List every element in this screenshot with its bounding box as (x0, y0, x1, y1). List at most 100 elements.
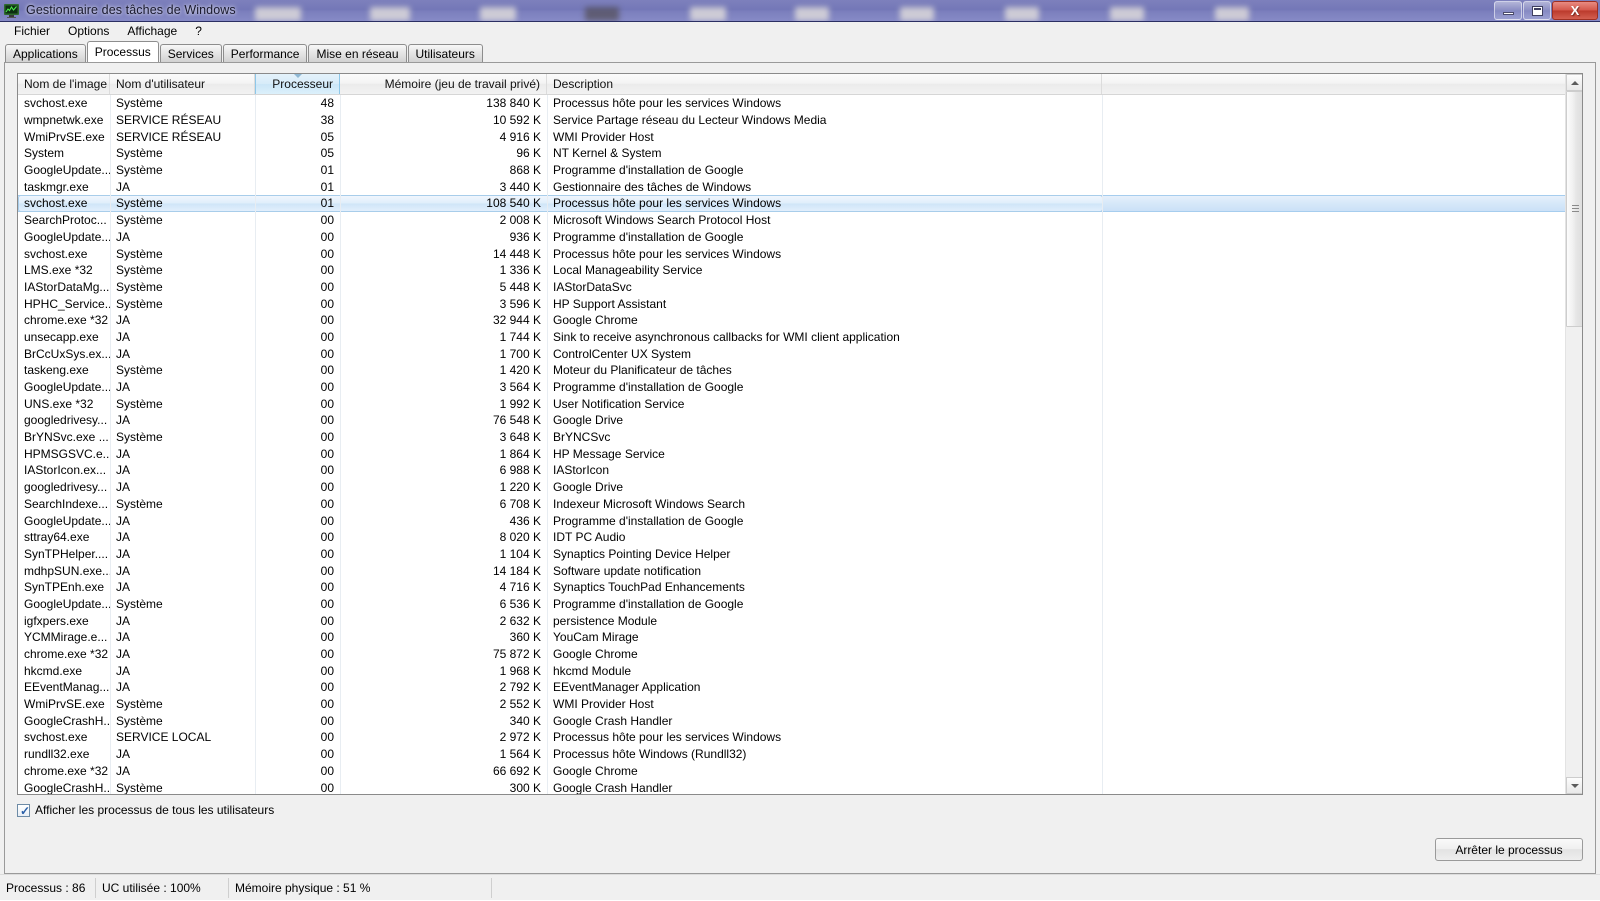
table-row[interactable]: taskeng.exe Système 00 1 420 K Moteur du Pla… (18, 362, 1582, 379)
table-row[interactable]: taskmgr.exe JA 01 3 440 K Gestionnaire des t… (18, 178, 1582, 195)
cell-memory: 4 916 K (499, 129, 541, 144)
cell-description: Google Crash Handler (553, 780, 673, 794)
table-row[interactable]: chrome.exe *32 JA 00 75 872 K Google Chrome (18, 646, 1582, 663)
cell-image-name: UNS.exe *32 (24, 396, 94, 411)
cell-description: hkcmd Module (553, 663, 632, 678)
cell-memory: 2 552 K (499, 697, 541, 712)
cell-image-name: rundll32.exe (24, 747, 90, 762)
tab-performance[interactable]: Performance (222, 44, 308, 62)
column-header-description[interactable]: Description (547, 74, 1102, 94)
table-row[interactable]: svchost.exe Système 01 108 540 K Processus h… (18, 194, 1582, 212)
cell-description: Processus hôte pour les services Windows (553, 196, 782, 211)
vertical-scrollbar[interactable] (1565, 74, 1582, 794)
processes-tab-page: Nom de l'image Nom d'utilisateur Process… (4, 62, 1596, 874)
scrollbar-grip-icon (1572, 205, 1579, 213)
column-header-filler (1102, 74, 1582, 94)
table-row[interactable]: IAStorDataMg... Système 00 5 448 K IAStorDat… (18, 279, 1582, 296)
cell-user-name: JA (116, 179, 131, 194)
cell-cpu: 38 (320, 113, 334, 128)
minimize-button[interactable] (1494, 1, 1522, 20)
table-row[interactable]: HPMSGSVC.e... JA 00 1 864 K HP Message Servi… (18, 445, 1582, 462)
table-row[interactable]: HPHC_Service... Système 00 3 596 K HP Suppor… (18, 295, 1582, 312)
scroll-down-button[interactable] (1566, 777, 1582, 794)
menu-item-options[interactable]: Options (59, 22, 118, 41)
table-row[interactable]: sttray64.exe JA 00 8 020 K IDT PC Audio (18, 529, 1582, 546)
tab-mise-en-reseau[interactable]: Mise en réseau (308, 44, 407, 62)
menu-item-affichage[interactable]: Affichage (118, 22, 186, 41)
tab-processus[interactable]: Processus (86, 41, 159, 62)
table-row[interactable]: GoogleUpdate... JA 00 436 K Programme d'inst… (18, 512, 1582, 529)
table-row[interactable]: YCMMirage.e... JA 00 360 K YouCam Mirage (18, 629, 1582, 646)
scroll-up-button[interactable] (1566, 74, 1582, 91)
cell-image-name: chrome.exe *32 (24, 313, 109, 328)
table-row[interactable]: chrome.exe *32 JA 00 32 944 K Google Chrome (18, 312, 1582, 329)
table-row[interactable]: rundll32.exe JA 00 1 564 K Processus hôte Wi… (18, 746, 1582, 763)
table-row[interactable]: SynTPEnh.exe JA 00 4 716 K Synaptics TouchPa… (18, 579, 1582, 596)
maximize-button[interactable] (1523, 1, 1551, 20)
scrollbar-thumb[interactable] (1566, 91, 1582, 327)
cell-user-name: JA (116, 229, 131, 244)
cell-memory: 3 564 K (499, 380, 541, 395)
table-row[interactable]: GoogleUpdate... JA 00 936 K Programme d'inst… (18, 229, 1582, 246)
tab-utilisateurs[interactable]: Utilisateurs (407, 44, 483, 62)
check-icon: ✓ (20, 803, 31, 818)
cell-image-name: svchost.exe (24, 730, 88, 745)
cell-image-name: WmiPrvSE.exe (24, 697, 105, 712)
cell-cpu: 00 (320, 480, 334, 495)
table-row[interactable]: IAStorIcon.ex... JA 00 6 988 K IAStorIcon (18, 462, 1582, 479)
cell-memory: 1 564 K (499, 747, 541, 762)
cell-memory: 108 540 K (486, 196, 541, 211)
table-row[interactable]: System Système 05 96 K NT Kernel & System (18, 145, 1582, 162)
table-row[interactable]: wmpnetwk.exe SERVICE RÉSEAU 38 10 592 K Serv… (18, 112, 1582, 129)
table-row[interactable]: svchost.exe Système 48 138 840 K Processus h… (18, 95, 1582, 112)
table-row[interactable]: WmiPrvSE.exe Système 00 2 552 K WMI Provider… (18, 696, 1582, 713)
table-row[interactable]: googledrivesy... JA 00 76 548 K Google Drive (18, 412, 1582, 429)
menu-item-fichier[interactable]: Fichier (5, 22, 59, 41)
table-row[interactable]: svchost.exe Système 00 14 448 K Processus hô… (18, 245, 1582, 262)
table-row[interactable]: BrYNSvc.exe ... Système 00 3 648 K BrYNCSvc (18, 429, 1582, 446)
table-row[interactable]: BrCcUxSys.ex... JA 00 1 700 K ControlCenter … (18, 345, 1582, 362)
table-row[interactable]: GoogleUpdate... Système 00 6 536 K Programme… (18, 596, 1582, 613)
table-row[interactable]: LMS.exe *32 Système 00 1 336 K Local Managea… (18, 262, 1582, 279)
table-row[interactable]: mdhpSUN.exe... JA 00 14 184 K Software updat… (18, 562, 1582, 579)
table-row[interactable]: GoogleUpdate... Système 01 868 K Programme d… (18, 162, 1582, 179)
cell-cpu: 00 (320, 496, 334, 511)
table-row[interactable]: SynTPHelper.... JA 00 1 104 K Synaptics Poin… (18, 546, 1582, 563)
end-process-button[interactable]: Arrêter le processus (1435, 838, 1583, 861)
column-header-memory[interactable]: Mémoire (jeu de travail privé) (340, 74, 547, 94)
cell-description: Google Chrome (553, 763, 638, 778)
window-titlebar[interactable]: Gestionnaire des tâches de Windows X (0, 0, 1600, 22)
checkbox-box[interactable]: ✓ (17, 803, 31, 818)
cell-user-name: Système (116, 196, 163, 211)
cell-description: HP Message Service (553, 446, 665, 461)
table-row[interactable]: SearchProtoc... Système 00 2 008 K Microsoft… (18, 212, 1582, 229)
table-row[interactable]: GoogleUpdate... JA 00 3 564 K Programme d'in… (18, 379, 1582, 396)
cell-memory: 96 K (516, 146, 541, 161)
table-row[interactable]: svchost.exe SERVICE LOCAL 00 2 972 K Process… (18, 729, 1582, 746)
cell-description: WMI Provider Host (553, 697, 654, 712)
column-header-user-name[interactable]: Nom d'utilisateur (110, 74, 255, 94)
table-row[interactable]: GoogleCrashH... Système 00 300 K Google Cras… (18, 779, 1582, 794)
show-all-users-checkbox[interactable]: ✓ Afficher les processus de tous les uti… (17, 803, 1583, 818)
process-rows[interactable]: svchost.exe Système 48 138 840 K Processus h… (18, 95, 1582, 794)
table-row[interactable]: WmiPrvSE.exe SERVICE RÉSEAU 05 4 916 K WMI P… (18, 128, 1582, 145)
table-row[interactable]: googledrivesy... JA 00 1 220 K Google Drive (18, 479, 1582, 496)
table-row[interactable]: GoogleCrashH... Système 00 340 K Google Cras… (18, 712, 1582, 729)
table-row[interactable]: SearchIndexe... Système 00 6 708 K Indexeur … (18, 496, 1582, 513)
cell-cpu: 00 (320, 380, 334, 395)
table-row[interactable]: unsecapp.exe JA 00 1 744 K Sink to receive a… (18, 329, 1582, 346)
table-row[interactable]: UNS.exe *32 Système 00 1 992 K User Notifica… (18, 395, 1582, 412)
cell-memory: 3 596 K (499, 296, 541, 311)
column-header-cpu[interactable]: Processeur (255, 74, 340, 94)
menu-item-help[interactable]: ? (186, 22, 211, 41)
cell-memory: 1 336 K (499, 263, 541, 278)
table-row[interactable]: chrome.exe *32 JA 00 66 692 K Google Chrome (18, 763, 1582, 780)
process-list[interactable]: Nom de l'image Nom d'utilisateur Process… (17, 73, 1583, 795)
table-row[interactable]: hkcmd.exe JA 00 1 968 K hkcmd Module (18, 662, 1582, 679)
column-header-image-name[interactable]: Nom de l'image (18, 74, 110, 94)
tab-applications[interactable]: Applications (5, 44, 86, 62)
table-row[interactable]: EEventManag... JA 00 2 792 K EEventManager A… (18, 679, 1582, 696)
tab-services[interactable]: Services (159, 44, 222, 62)
close-button[interactable]: X (1552, 1, 1598, 20)
table-row[interactable]: igfxpers.exe JA 00 2 632 K persistence Modul… (18, 612, 1582, 629)
